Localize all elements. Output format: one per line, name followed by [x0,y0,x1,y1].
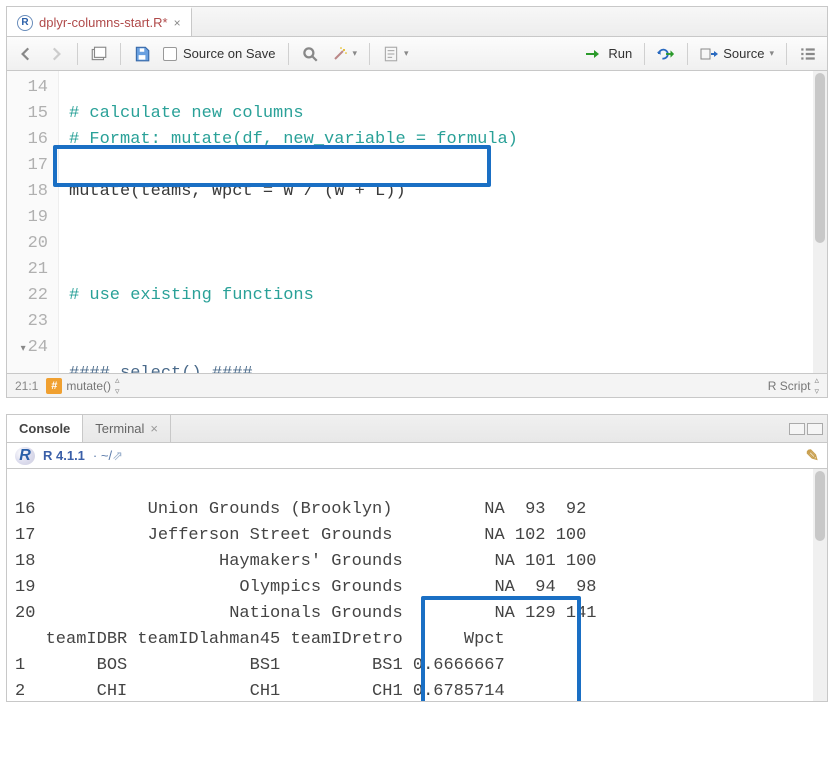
tab-console[interactable]: Console [7,415,83,442]
console-line: 16 Union Grounds (Brooklyn) NA 93 92 [15,500,586,519]
updown-icon: ▵▿ [814,375,819,397]
line-gutter: 14 15 16 17 18 19 20 21 22 23 ▾24 [7,71,59,373]
scope-badge-icon: # [46,378,62,394]
scope-label: mutate() [66,379,111,393]
console-output[interactable]: 16 Union Grounds (Brooklyn) NA 93 92 17 … [7,469,827,701]
wand-button[interactable]: ▾ [327,42,362,66]
source-label: Source [723,46,764,61]
code-line: # calculate new columns [69,104,304,123]
editor-tabstrip: R dplyr-columns-start.R* × [7,7,827,37]
language-selector[interactable]: R Script ▵▿ [768,375,819,397]
save-button[interactable] [129,42,155,66]
maximize-pane-button[interactable] [807,423,823,435]
source-button[interactable]: Source ▾ [696,42,778,66]
console-tabstrip: Console Terminal × [7,415,827,443]
source-on-save-checkbox[interactable]: Source on Save [159,42,280,66]
console-line: 18 Haymakers' Grounds NA 101 100 [15,552,597,571]
clear-console-button[interactable]: ✎ [806,446,819,466]
close-tab-icon[interactable]: × [174,16,181,30]
window-controls [789,423,827,435]
file-tab-label: dplyr-columns-start.R* [39,15,168,30]
pane-splitter[interactable] [0,404,834,414]
editor-toolbar: Source on Save ▾ ▾ Run Source ▾ [7,37,827,71]
highlight-box-editor [53,145,491,187]
code-line: # use existing functions [69,286,314,305]
r-logo-icon: R [15,447,35,465]
report-button[interactable]: ▾ [378,42,413,66]
find-button[interactable] [297,42,323,66]
console-scrollbar[interactable] [813,469,827,701]
r-file-icon: R [17,15,33,31]
console-info-bar: R R 4.1.1 · ~/⇗ ✎ [7,443,827,469]
code-editor[interactable]: 14 15 16 17 18 19 20 21 22 23 ▾24 # calc… [7,71,827,373]
r-version-label: R 4.1.1 [43,448,85,463]
file-tab[interactable]: R dplyr-columns-start.R* × [7,7,192,36]
share-icon[interactable]: ⇗ [112,448,123,463]
source-on-save-label: Source on Save [183,46,276,61]
code-line: #### select() #### [69,364,253,373]
run-label: Run [608,46,632,61]
updown-icon: ▵▿ [115,375,120,397]
run-button[interactable]: Run [581,42,636,66]
console-line: 17 Jefferson Street Grounds NA 102 100 [15,526,586,545]
cursor-position: 21:1 [15,379,38,393]
scope-selector[interactable]: # mutate() ▵▿ [46,375,119,397]
code-area[interactable]: # calculate new columns # Format: mutate… [59,71,528,373]
console-pane: Console Terminal × R R 4.1.1 · ~/⇗ ✎ 16 … [6,414,828,702]
working-dir[interactable]: · ~/⇗ [93,448,123,464]
tab-label: Console [19,421,70,436]
rerun-button[interactable] [653,42,679,66]
editor-scrollbar[interactable] [813,71,827,373]
highlight-box-console [421,596,581,701]
minimize-pane-button[interactable] [789,423,805,435]
close-icon[interactable]: × [150,421,158,436]
nav-back-button[interactable] [13,42,39,66]
tab-label: Terminal [95,421,144,436]
editor-statusbar: 21:1 # mutate() ▵▿ R Script ▵▿ [7,373,827,397]
show-in-new-window-button[interactable] [86,42,112,66]
editor-pane: R dplyr-columns-start.R* × Source on Sav… [6,6,828,398]
tab-terminal[interactable]: Terminal × [83,415,171,442]
console-line: 19 Olympics Grounds NA 94 98 [15,578,597,597]
language-label: R Script [768,379,811,393]
nav-forward-button[interactable] [43,42,69,66]
outline-button[interactable] [795,42,821,66]
